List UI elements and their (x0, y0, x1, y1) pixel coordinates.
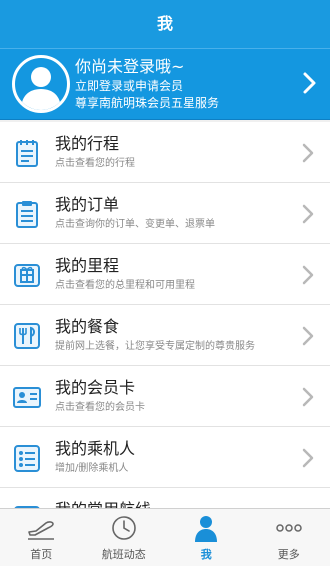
bottom-tab-bar: 首页 航班动态 我 更多 (0, 508, 330, 566)
login-prompt-title: 你尚未登录哦~ (75, 57, 185, 76)
menu-item-title: 我的会员卡 (55, 378, 136, 397)
person-icon (195, 516, 218, 542)
menu-item-passengers[interactable]: 我的乘机人 增加/删除乘机人 (0, 427, 330, 488)
login-prompt-line1: 立即登录或申请会员 (75, 79, 184, 93)
login-prompt-line2: 尊享南航明珠会员五星服务 (75, 96, 220, 110)
tab-label: 更多 (277, 548, 300, 561)
notepad-icon (16, 140, 38, 167)
menu-item-subtitle: 点击查看您的行程 (55, 158, 135, 169)
menu-item-subtitle: 点击查看您的总里程和可用里程 (55, 280, 195, 291)
menu-item-member-card[interactable]: 我的会员卡 点击查看您的会员卡 (0, 366, 330, 427)
menu-item-title: 我的餐食 (55, 317, 120, 336)
passenger-list-icon (14, 445, 40, 472)
menu-item-title: 我的乘机人 (55, 439, 136, 458)
clock-icon (111, 516, 136, 540)
avatar (12, 55, 70, 113)
clipboard-icon (16, 201, 38, 228)
menu-item-my-meals[interactable]: 我的餐食 提前网上选餐，让您享受专属定制的尊贵服务 (0, 305, 330, 366)
chevron-right-icon (302, 448, 314, 468)
menu-item-title: 我的订单 (55, 195, 120, 214)
more-dots-icon (276, 524, 302, 532)
tab-home[interactable]: 首页 (0, 509, 83, 566)
menu-item-title: 我的常用航线 (55, 499, 151, 508)
menu-item-my-mileage[interactable]: 我的里程 点击查看您的总里程和可用里程 (0, 244, 330, 305)
menu-item-subtitle: 提前网上选餐，让您享受专属定制的尊贵服务 (55, 341, 255, 352)
plane-takeoff-icon (28, 521, 55, 540)
menu-item-subtitle: 点击查询你的订单、变更单、退票单 (55, 219, 215, 230)
chevron-right-icon (302, 326, 314, 346)
menu-item-subtitle: 点击查看您的会员卡 (55, 402, 145, 413)
chevron-right-icon (302, 204, 314, 224)
menu-item-frequent-routes[interactable]: 我的常用航线 (0, 488, 330, 508)
menu-item-subtitle: 增加/删除乘机人 (55, 463, 129, 474)
default-user-avatar-icon (21, 67, 61, 110)
menu-item-title: 我的行程 (55, 134, 120, 153)
tab-flight-status[interactable]: 航班动态 (83, 509, 166, 566)
chevron-right-icon (302, 387, 314, 407)
chevron-right-icon (303, 72, 316, 94)
tab-more[interactable]: 更多 (248, 509, 330, 566)
menu-item-my-orders[interactable]: 我的订单 点击查询你的订单、变更单、退票单 (0, 183, 330, 244)
tab-me[interactable]: 我 (165, 509, 248, 566)
tab-label: 航班动态 (101, 548, 146, 561)
member-card-icon (13, 387, 41, 408)
menu-item-my-trips[interactable]: 我的行程 点击查看您的行程 (0, 122, 330, 183)
gift-icon (14, 264, 40, 287)
chevron-right-icon (302, 143, 314, 163)
menu-list: 我的行程 点击查看您的行程 我的订单 点击查询你的订单、变更单、退票单 我的里程… (0, 122, 330, 508)
menu-item-title: 我的里程 (55, 256, 120, 275)
chevron-right-icon (302, 265, 314, 285)
page-title: 我 (0, 0, 330, 48)
tab-label: 首页 (30, 548, 53, 561)
login-banner[interactable]: 你尚未登录哦~ 立即登录或申请会员 尊享南航明珠会员五星服务 (0, 48, 330, 120)
tab-label: 我 (200, 548, 212, 561)
cutlery-icon (14, 323, 40, 349)
